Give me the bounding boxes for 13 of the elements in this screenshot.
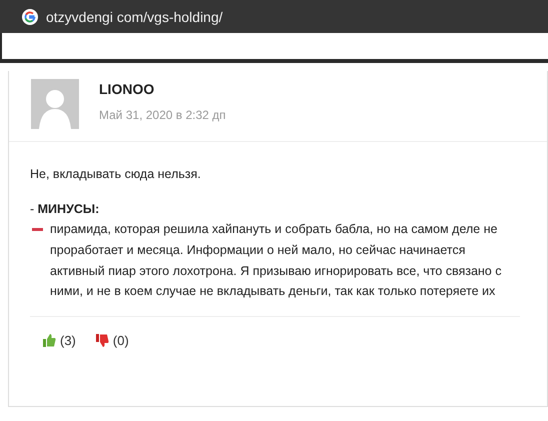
comment-date: Май 31, 2020 в 2:32 дп (99, 108, 226, 122)
cons-text: пирамида, которая решила хайпануть и собрать бабла, но на самом деле не проработает и месяца. Информации о ней мало, но сейчас начинается активный пиар этого лохотрона. Я призываю игнорировать все, что связано с ними, и не в коем случае не вкладывать деньги, так как только потеряете их (50, 221, 502, 300)
address-bar-url[interactable]: otzyvdengi com/vgs-holding/ (46, 8, 223, 24)
thumbs-down-icon (96, 334, 109, 347)
avatar-icon (31, 79, 79, 129)
thumbs-up-icon (43, 334, 56, 347)
google-icon (22, 8, 38, 24)
author-name: LIONOO (99, 81, 156, 97)
cons-heading: - МИНУСЫ: (30, 200, 100, 218)
vote-button[interactable]: (3) (43, 332, 76, 348)
vote-button[interactable]: (0) (96, 332, 129, 348)
comment-text: Не, вкладывать сюда нельзя. (30, 166, 202, 183)
minus-icon (32, 228, 43, 232)
